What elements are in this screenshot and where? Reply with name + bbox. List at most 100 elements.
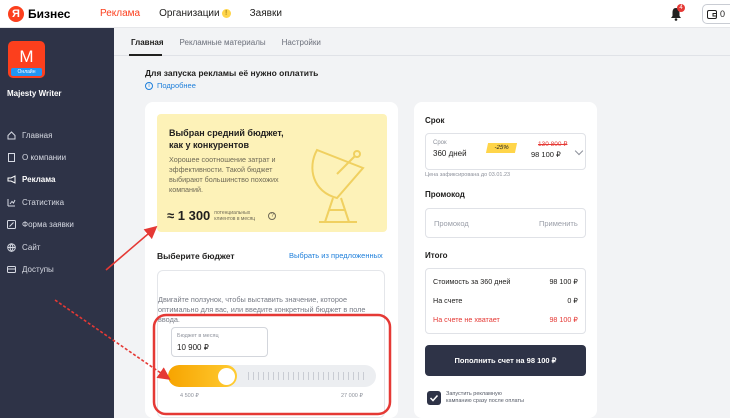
yandex-logo-icon: Я	[8, 6, 24, 22]
monthly-budget-input[interactable]: Бюджет в месяц 10 900 ₽	[171, 327, 268, 357]
sidebar: M Онлайн Majesty Writer Главная О компан…	[0, 28, 114, 418]
shortfall-value: 98 100 ₽	[549, 315, 578, 324]
cost-label: Стоимость за 360 дней	[433, 277, 511, 286]
budget-slider[interactable]	[168, 365, 376, 387]
shortfall-label: На счете не хватает	[433, 315, 500, 324]
apply-promo-button[interactable]: Применить	[539, 219, 578, 228]
budget-hint-text: Двигайте ползунок, чтобы выставить значе…	[158, 295, 366, 324]
more-info-link[interactable]: i Подробнее	[145, 81, 196, 90]
sidebar-item-label: О компании	[22, 153, 67, 163]
budget-card: Выбран средний бюджет, как у конкурентов…	[145, 102, 398, 418]
sidebar-item-stats[interactable]: Статистика	[7, 191, 74, 213]
tab-settings[interactable]: Настройки	[282, 38, 321, 47]
autostart-label: Запустить рекламную кампанию сразу после…	[446, 391, 524, 404]
sidebar-item-form[interactable]: Форма заявки	[7, 214, 74, 236]
sidebar-item-label: Доступы	[22, 265, 54, 275]
choose-from-offers-link[interactable]: Выбрать из предложенных	[289, 251, 383, 260]
new-price: 98 100 ₽	[531, 150, 561, 159]
old-price: 130 800 ₽	[538, 141, 568, 148]
chevron-down-icon	[574, 146, 584, 156]
autostart-checkbox[interactable]	[427, 391, 441, 405]
yandex-business-logo[interactable]: Я Бизнес	[8, 6, 70, 22]
monthly-budget-value: 10 900 ₽	[177, 343, 209, 352]
reach-help-icon[interactable]: ?	[268, 211, 277, 220]
discount-badge: -25%	[485, 143, 518, 153]
promo-code-field: Промокод Применить	[425, 208, 586, 238]
sidebar-item-access[interactable]: Доступы	[7, 258, 74, 280]
key-icon	[7, 266, 16, 274]
term-title: Срок	[425, 116, 445, 125]
megaphone-icon	[7, 175, 16, 185]
notification-count: 4	[677, 4, 685, 12]
slider-handle[interactable]	[218, 368, 235, 385]
logo-text: Бизнес	[28, 7, 71, 21]
sidebar-item-label: Сайт	[22, 242, 41, 252]
company-name[interactable]: Majesty Writer	[7, 89, 62, 98]
avatar-letter: M	[19, 47, 34, 66]
online-badge: Онлайн	[11, 68, 42, 76]
sidebar-item-label: Статистика	[22, 197, 65, 207]
balance-value: 0 ₽	[567, 296, 578, 305]
nav-ads[interactable]: Реклама	[100, 8, 140, 19]
info-icon: i	[145, 81, 153, 90]
slider-min-label: 4 500 ₽	[180, 393, 199, 399]
tab-ad-materials[interactable]: Рекламные материалы	[180, 38, 266, 47]
sidebar-item-label: Форма заявки	[22, 220, 74, 230]
globe-icon	[7, 242, 16, 252]
sidebar-item-label: Главная	[22, 130, 53, 140]
nav-organizations-label: Организации	[159, 8, 220, 19]
reach-caption: потенциальных клиентов в месяц	[214, 209, 256, 222]
shortfall-row: На счете не хватает 98 100 ₽	[433, 315, 578, 324]
page-tabs: Главная Рекламные материалы Настройки	[131, 38, 321, 47]
term-select[interactable]: Срок 360 дней -25% 130 800 ₽ 98 100 ₽	[425, 133, 586, 170]
balance-label: На счете	[433, 296, 463, 305]
wallet-balance: 0	[720, 9, 726, 19]
nav-requests[interactable]: Заявки	[250, 8, 282, 19]
top-nav: Реклама Организации ! Заявки	[100, 8, 282, 19]
top-bar: Я Бизнес Реклама Организации ! Заявки 4 …	[0, 0, 730, 28]
promo-title: Промокод	[425, 190, 465, 199]
wallet-icon	[707, 9, 717, 19]
home-icon	[7, 130, 16, 140]
sidebar-menu: Главная О компании Реклама Статистика Фо…	[7, 124, 74, 281]
satellite-dish-icon	[311, 148, 365, 223]
recommendation-banner: Выбран средний бюджет, как у конкурентов…	[157, 114, 387, 232]
balance-row: На счете 0 ₽	[433, 296, 578, 305]
order-card: Срок Срок 360 дней -25% 130 800 ₽ 98 100…	[414, 102, 597, 418]
sidebar-item-about[interactable]: О компании	[7, 146, 74, 168]
document-icon	[8, 153, 15, 163]
active-tab-indicator	[129, 54, 162, 56]
sidebar-item-ads[interactable]: Реклама	[7, 169, 74, 191]
total-title: Итого	[425, 251, 448, 260]
company-avatar[interactable]: M Онлайн	[8, 41, 45, 78]
reach-estimate: ≈ 1 300 потенциальных клиентов в месяц ?	[167, 208, 277, 223]
payment-required-title: Для запуска рекламы её нужно оплатить	[145, 68, 319, 78]
reach-value: ≈ 1 300	[167, 208, 211, 223]
tabs-divider	[114, 55, 730, 56]
total-summary: Стоимость за 360 дней 98 100 ₽ На счете …	[425, 268, 586, 334]
slider-ticks	[248, 372, 368, 380]
choose-budget-title: Выберите бюджет	[157, 251, 235, 261]
slider-max-label: 27 000 ₽	[341, 393, 363, 399]
term-days: 360 дней	[433, 149, 467, 158]
sidebar-item-home[interactable]: Главная	[7, 124, 74, 146]
top-up-account-button[interactable]: Пополнить счет на 98 100 ₽	[425, 345, 586, 376]
chart-icon	[7, 198, 16, 207]
cost-row: Стоимость за 360 дней 98 100 ₽	[433, 277, 578, 286]
checkmark-icon	[429, 394, 439, 402]
nav-organizations[interactable]: Организации !	[159, 8, 231, 19]
term-select-label: Срок	[433, 140, 447, 146]
wallet-button[interactable]: 0	[702, 4, 730, 24]
sidebar-item-site[interactable]: Сайт	[7, 236, 74, 258]
recommendation-description: Хорошее соотношение затрат и эффективнос…	[169, 155, 279, 194]
recommendation-title: Выбран средний бюджет, как у конкурентов	[169, 128, 284, 150]
cost-value: 98 100 ₽	[549, 277, 578, 286]
price-fixed-note: Цена зафиксирована до 03.01.23	[425, 172, 511, 178]
warning-badge-icon: !	[221, 9, 231, 18]
promo-code-input[interactable]: Промокод	[434, 219, 469, 228]
more-info-label: Подробнее	[157, 81, 196, 90]
sidebar-item-label: Реклама	[22, 175, 56, 185]
monthly-budget-label: Бюджет в месяц	[177, 333, 219, 339]
tab-main[interactable]: Главная	[131, 38, 164, 47]
form-icon	[7, 220, 16, 230]
